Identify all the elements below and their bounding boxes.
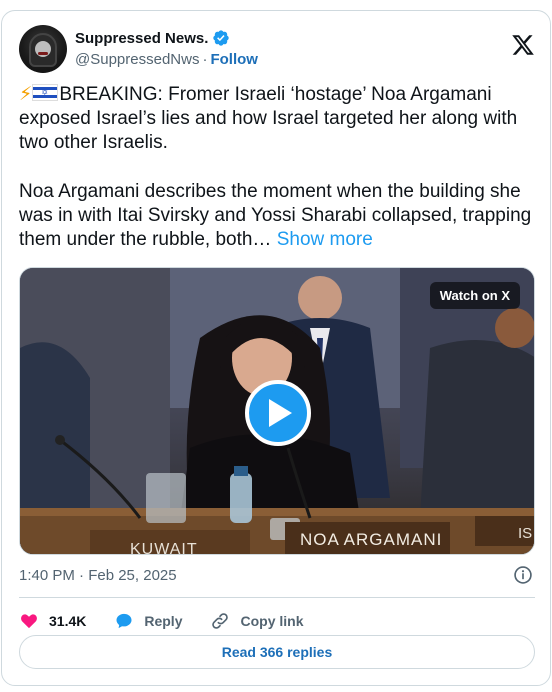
israel-flag-icon: ✡ bbox=[32, 84, 59, 101]
tweet-header: Suppressed News. @SuppressedNws · Follow bbox=[19, 25, 535, 75]
avatar[interactable] bbox=[19, 25, 67, 73]
copy-link-label: Copy link bbox=[240, 613, 304, 629]
heart-icon bbox=[21, 614, 37, 629]
lightning-icon: ⚡ bbox=[19, 84, 33, 105]
avatar-mouth bbox=[38, 52, 48, 55]
author-handle[interactable]: @SuppressedNws bbox=[75, 51, 199, 68]
show-more-link[interactable]: Show more bbox=[277, 229, 373, 250]
author-handle-line: @SuppressedNws · Follow bbox=[75, 51, 258, 68]
copy-link-button[interactable]: Copy link bbox=[210, 611, 304, 631]
nameplate-main: NOA ARGAMANI bbox=[300, 530, 442, 549]
reply-label: Reply bbox=[144, 613, 183, 629]
action-bar: 31.4K Reply Copy link bbox=[19, 607, 332, 635]
tweet-text: ⚡ ✡ BREAKING: Fromer Israeli ‘hostage’ Noa… bbox=[19, 83, 535, 252]
follow-button[interactable]: Follow bbox=[210, 51, 258, 68]
separator-dot: · bbox=[202, 51, 208, 68]
nameplate-left: KUWAIT bbox=[130, 541, 198, 555]
tweet-line1: BREAKING: Fromer Israeli ‘hostage’ Noa A… bbox=[19, 84, 523, 154]
play-button[interactable] bbox=[245, 380, 311, 446]
tweet-timestamp[interactable]: 1:40 PM · Feb 25, 2025 bbox=[19, 567, 177, 584]
divider bbox=[19, 597, 535, 598]
video-player[interactable]: KUWAIT NOA ARGAMANI IS Watch on X bbox=[19, 267, 535, 555]
verified-badge-icon bbox=[213, 30, 230, 46]
link-icon bbox=[212, 613, 229, 629]
author-name-line: Suppressed News. bbox=[75, 29, 230, 47]
read-replies-button[interactable]: Read 366 replies bbox=[19, 635, 535, 669]
nameplate-right: IS bbox=[518, 525, 532, 542]
x-logo-icon[interactable] bbox=[511, 33, 535, 57]
info-icon[interactable] bbox=[513, 565, 533, 585]
like-count: 31.4K bbox=[49, 613, 87, 629]
tweet-card: Suppressed News. @SuppressedNws · Follow ⚡… bbox=[1, 10, 551, 686]
reply-button[interactable]: Reply bbox=[114, 611, 182, 631]
reply-bubble-icon bbox=[116, 613, 132, 629]
like-button[interactable]: 31.4K bbox=[19, 611, 86, 631]
play-icon bbox=[269, 399, 292, 427]
author-name[interactable]: Suppressed News. bbox=[75, 30, 208, 47]
watch-on-x-button[interactable]: Watch on X bbox=[429, 282, 520, 309]
